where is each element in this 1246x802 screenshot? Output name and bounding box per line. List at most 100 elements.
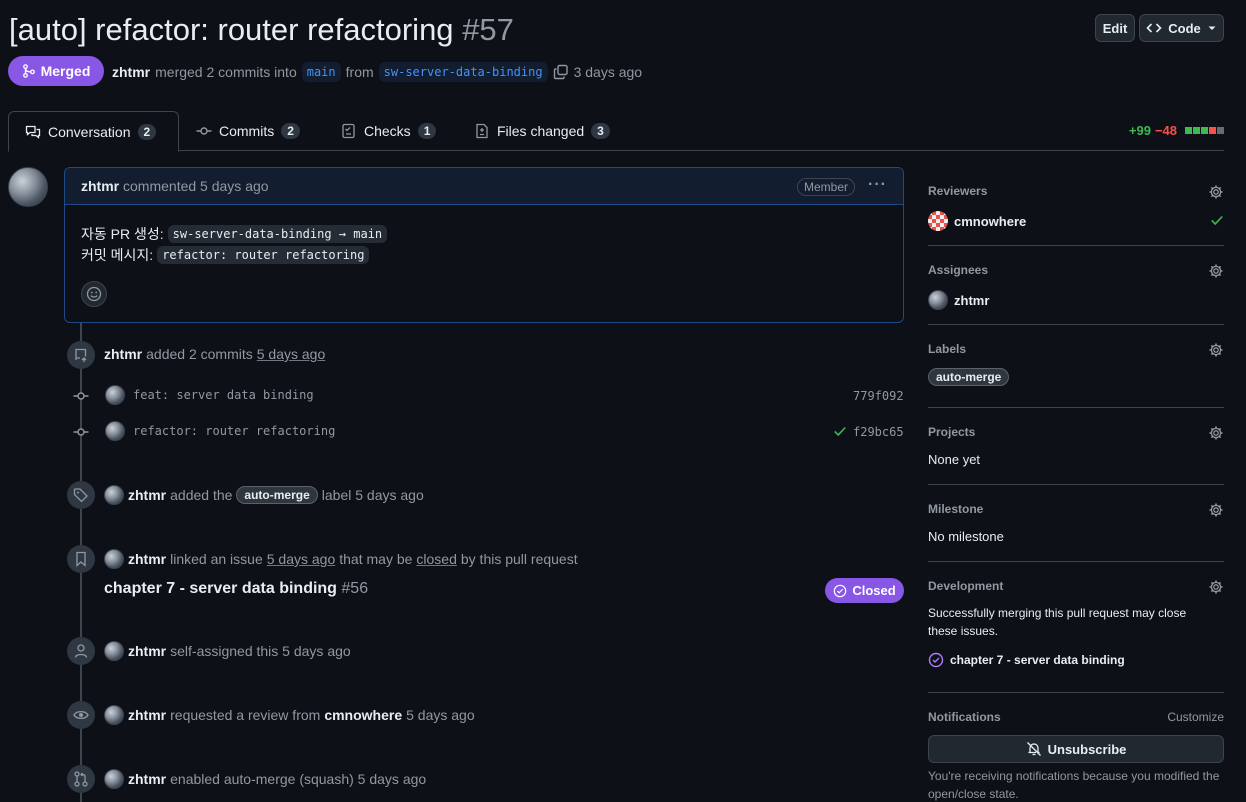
labels-row: auto-merge — [928, 368, 1224, 386]
git-merge-icon — [22, 64, 36, 78]
commit-message[interactable]: refactor: router refactoring — [133, 424, 335, 438]
check-icon[interactable] — [833, 424, 847, 438]
event-text: label 5 days ago — [321, 487, 424, 503]
tab-checks[interactable]: Checks 1 — [325, 111, 452, 151]
event-user[interactable]: zhtmr — [128, 551, 166, 567]
event-user[interactable]: zhtmr — [104, 346, 142, 362]
edit-button[interactable]: Edit — [1095, 14, 1135, 42]
code-label: Code — [1168, 20, 1201, 36]
event-user[interactable]: zhtmr — [128, 771, 166, 787]
bookmark-icon — [73, 551, 89, 567]
gear-icon[interactable] — [1208, 502, 1224, 518]
author-avatar[interactable] — [8, 167, 48, 207]
sidebar-notifications: Notifications Customize — [928, 710, 1224, 724]
divider — [928, 484, 1224, 485]
assignee-avatar[interactable] — [928, 290, 948, 310]
commit-author-avatar[interactable] — [105, 421, 125, 441]
code-icon — [1146, 20, 1162, 36]
divider — [928, 692, 1224, 693]
person-icon — [73, 643, 89, 659]
reviewer-name[interactable]: cmnowhere — [954, 214, 1026, 229]
event-avatar[interactable] — [104, 705, 124, 725]
customize-link[interactable]: Customize — [1167, 710, 1224, 724]
comment-author[interactable]: zhtmr — [81, 178, 119, 194]
linked-issue-title[interactable]: chapter 7 - server data binding #56 — [104, 580, 368, 598]
person-badge — [67, 637, 95, 665]
divider — [928, 245, 1224, 246]
add-reaction-button[interactable] — [81, 281, 107, 307]
unsubscribe-label: Unsubscribe — [1047, 741, 1127, 757]
kebab-horizontal-icon[interactable]: ··· — [868, 176, 887, 194]
sidebar-assignees: Assignees zhtmr — [928, 263, 1224, 310]
code-button[interactable]: Code — [1139, 14, 1224, 42]
commit-sha[interactable]: 779f092 — [853, 389, 904, 403]
link-event: zhtmr linked an issue 5 days ago that ma… — [104, 549, 578, 569]
event-time[interactable]: 5 days ago — [267, 551, 336, 567]
event-avatar[interactable] — [104, 769, 124, 789]
development-issue-title[interactable]: chapter 7 - server data binding — [950, 653, 1125, 667]
commit-message[interactable]: feat: server data binding — [133, 388, 314, 402]
review-event: zhtmr requested a review from cmnowhere … — [104, 705, 475, 725]
eye-icon — [73, 707, 89, 723]
caret-down-icon — [1207, 23, 1217, 33]
divider — [928, 324, 1224, 325]
development-text: Successfully merging this pull request m… — [928, 606, 1187, 638]
event-user[interactable]: zhtmr — [128, 487, 166, 503]
comment-meta[interactable]: commented 5 days ago — [123, 178, 269, 194]
checklist-icon — [341, 123, 357, 139]
label-pill[interactable]: auto-merge — [236, 486, 318, 504]
file-diff-icon — [474, 123, 490, 139]
gear-icon[interactable] — [1208, 579, 1224, 595]
gear-icon[interactable] — [1208, 263, 1224, 279]
check-icon — [1210, 213, 1224, 227]
deletions-count: −48 — [1154, 123, 1177, 138]
development-issue[interactable]: chapter 7 - server data binding — [928, 652, 1224, 668]
tab-conversation[interactable]: Conversation 2 — [8, 111, 179, 152]
event-avatar[interactable] — [104, 485, 124, 505]
section-heading: Milestone — [928, 502, 984, 516]
git-commit-icon — [73, 424, 89, 440]
unsubscribe-button[interactable]: Unsubscribe — [928, 735, 1224, 763]
reviewer-row[interactable]: cmnowhere — [928, 211, 1224, 231]
sidebar-reviewers: Reviewers cmnowhere — [928, 184, 1224, 231]
line-label: 자동 PR 생성: — [81, 226, 164, 242]
closed-link[interactable]: closed — [416, 551, 456, 567]
event-user[interactable]: zhtmr — [128, 643, 166, 659]
gear-icon[interactable] — [1208, 425, 1224, 441]
event-time[interactable]: 5 days ago — [406, 707, 475, 723]
projects-value: None yet — [928, 452, 981, 467]
divider — [928, 561, 1224, 562]
tab-commits[interactable]: Commits 2 — [180, 111, 316, 151]
assignee-row[interactable]: zhtmr — [928, 290, 1224, 310]
section-heading: Projects — [928, 425, 976, 439]
tab-files-changed[interactable]: Files changed 3 — [458, 111, 626, 151]
tab-label: Conversation — [48, 123, 131, 140]
base-branch[interactable]: main — [301, 62, 341, 82]
reviewer-link[interactable]: cmnowhere — [324, 707, 402, 723]
commit-author-avatar[interactable] — [105, 385, 125, 405]
tab-label: Commits — [219, 123, 275, 139]
event-text: self-assigned this 5 days ago — [170, 643, 351, 659]
author-link[interactable]: zhtmr — [112, 63, 150, 81]
event-avatar[interactable] — [104, 549, 124, 569]
label-pill[interactable]: auto-merge — [928, 368, 1010, 386]
milestone-value: No milestone — [928, 529, 1004, 544]
gear-icon[interactable] — [1208, 342, 1224, 358]
comment-card: zhtmr commented 5 days ago Member ··· 자동… — [64, 167, 904, 323]
reviewer-avatar[interactable] — [928, 211, 948, 231]
event-time[interactable]: 5 days ago — [257, 346, 326, 362]
event-user[interactable]: zhtmr — [128, 707, 166, 723]
event-text: requested a review from — [170, 707, 321, 723]
assignee-name[interactable]: zhtmr — [954, 293, 989, 308]
gear-icon[interactable] — [1208, 184, 1224, 200]
state-label: Merged — [40, 63, 91, 79]
smiley-icon — [86, 286, 102, 302]
event-avatar[interactable] — [104, 641, 124, 661]
commit-sha[interactable]: f29bc65 — [853, 425, 904, 439]
section-heading: Development — [928, 579, 1004, 593]
copy-icon[interactable] — [553, 64, 569, 80]
event-text: linked an issue — [170, 551, 263, 567]
commit-row: feat: server data binding — [105, 385, 314, 405]
head-branch[interactable]: sw-server-data-binding — [378, 62, 548, 82]
diff-stat: +99 −48 — [1129, 123, 1224, 138]
